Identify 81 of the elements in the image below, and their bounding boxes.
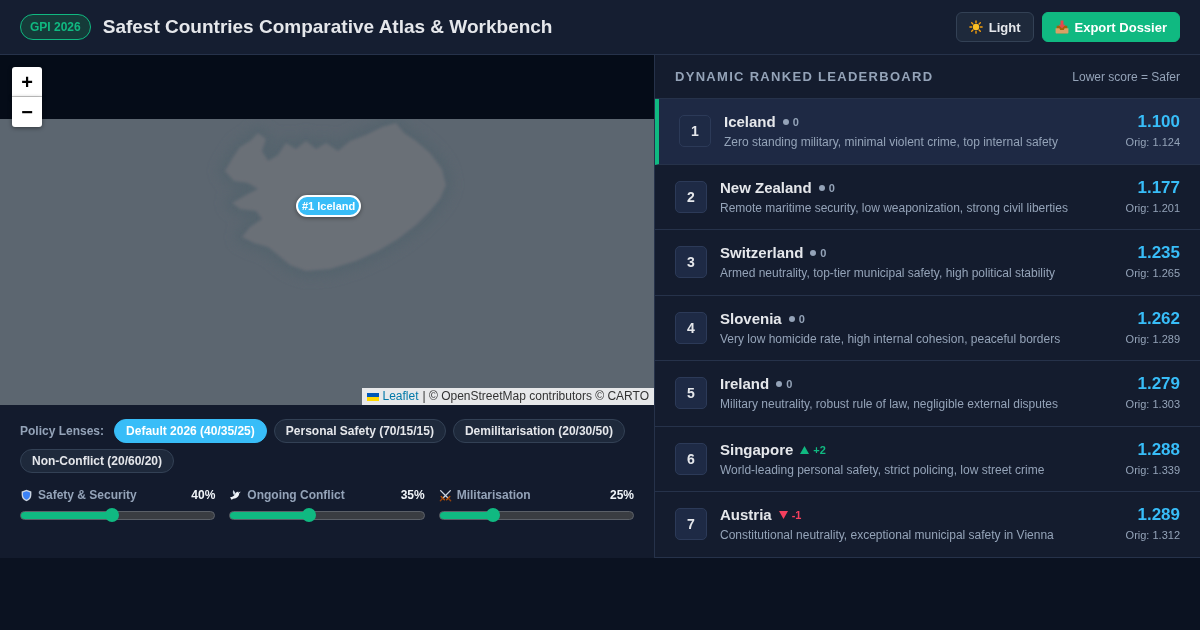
slider-label: Safety & Security: [38, 488, 137, 502]
score-value: 1.100: [1136, 112, 1180, 132]
zoom-in-button[interactable]: +: [12, 67, 42, 97]
leaderboard-row[interactable]: 1 Iceland 0 Zero standing military, minimal violent crime, top internal safety 1.100 Orig: 1.124: [655, 99, 1200, 165]
lens-chip[interactable]: Non-Conflict (20/60/20): [20, 449, 175, 473]
country-description: Zero standing military, minimal violent crime, top internal safety: [724, 134, 1059, 150]
dot-icon: [776, 381, 783, 387]
rank-badge: 6: [675, 442, 707, 475]
theme-toggle-button[interactable]: Light: [955, 12, 1034, 42]
slider-thumb[interactable]: [486, 508, 501, 522]
score-value: 1.177: [1136, 177, 1180, 198]
score-value: 1.235: [1136, 243, 1180, 263]
original-score: Orig: 1.303: [1125, 397, 1180, 412]
rank-change: 0: [820, 246, 827, 260]
rank-badge: 3: [675, 246, 707, 278]
rank-badge: 2: [675, 180, 707, 213]
original-score: Orig: 1.265: [1125, 266, 1180, 281]
dot-icon: [788, 315, 795, 322]
flag-icon: [366, 392, 379, 401]
rank-change: +2: [813, 442, 826, 457]
country-name: Singapore: [720, 439, 794, 460]
score-value: 1.289: [1136, 505, 1180, 525]
rank-badge: 4: [675, 311, 707, 344]
score-hint: Lower score = Safer: [1072, 69, 1180, 84]
rank-change: 0: [786, 377, 793, 391]
slider-thumb[interactable]: [104, 508, 119, 522]
dot-icon: [810, 250, 817, 256]
original-score: Orig: 1.289: [1125, 331, 1180, 347]
rank-change: 0: [792, 115, 799, 129]
original-score: Orig: 1.124: [1125, 135, 1180, 150]
slider-value: 40%: [191, 488, 216, 502]
attribution-link[interactable]: Leaflet: [382, 388, 419, 405]
version-badge: GPI 2026: [20, 14, 91, 40]
country-description: Remote maritime security, low weaponization, strong civil liberties: [720, 199, 1069, 216]
country-description: Very low homicide rate, high internal cohesion, peaceful borders: [720, 330, 1062, 347]
country-name: Iceland: [724, 112, 776, 132]
country-name: Austria: [720, 505, 772, 525]
sun-icon: [968, 20, 983, 34]
slider-label: Militarisation: [456, 488, 531, 502]
country-description: Constitutional neutrality, exceptional municipal safety in Vienna: [720, 527, 1055, 543]
rank-badge: 7: [675, 508, 707, 540]
rank-badge: 1: [679, 115, 711, 147]
slider-track[interactable]: [438, 510, 634, 520]
slider-value: 35%: [400, 488, 425, 502]
rank-change: -1: [791, 508, 802, 522]
up-triangle-icon: [800, 445, 810, 454]
rank-change: 0: [828, 180, 835, 195]
country-description: World-leading personal safety, strict policing, low street crime: [720, 461, 1046, 478]
dove-icon: [229, 488, 243, 502]
attribution-text: | © OpenStreetMap contributors © CARTO: [422, 388, 649, 405]
country-description: Military neutrality, robust rule of law, negligible external disputes: [720, 396, 1059, 412]
rank-badge: 5: [675, 377, 707, 409]
original-score: Orig: 1.339: [1125, 462, 1180, 478]
slider-label: Ongoing Conflict: [247, 488, 345, 502]
shield-icon: [20, 488, 33, 502]
lens-chip[interactable]: Demilitarisation (20/30/50): [452, 419, 625, 443]
zoom-out-button[interactable]: −: [12, 97, 42, 127]
dot-icon: [818, 184, 825, 191]
original-score: Orig: 1.312: [1125, 528, 1180, 543]
slider-track[interactable]: [20, 510, 216, 520]
rank-change: 0: [798, 311, 805, 326]
country-name: New Zealand: [720, 177, 812, 198]
slider-value: 25%: [609, 488, 634, 502]
lenses-label: Policy Lenses:: [20, 424, 105, 438]
slider-thumb[interactable]: [302, 508, 317, 522]
lens-chip[interactable]: Personal Safety (70/15/15): [273, 419, 446, 443]
country-name: Switzerland: [720, 243, 804, 263]
leaderboard-title: DYNAMIC RANKED LEADERBOARD: [675, 69, 934, 84]
original-score: Orig: 1.201: [1125, 200, 1180, 216]
app-title: Safest Countries Comparative Atlas & Workbench: [102, 16, 553, 38]
country-name: Ireland: [720, 374, 770, 394]
slider-track[interactable]: [229, 510, 425, 520]
score-value: 1.262: [1136, 308, 1180, 329]
dot-icon: [782, 119, 789, 125]
crossed-swords-icon: [438, 488, 452, 502]
down-triangle-icon: [778, 511, 788, 519]
country-name: Slovenia: [720, 308, 782, 329]
score-value: 1.288: [1136, 439, 1180, 460]
inbox-tray-icon: [1054, 20, 1069, 34]
score-value: 1.279: [1136, 374, 1180, 394]
country-description: Armed neutrality, top-tier municipal safety, high political stability: [720, 265, 1057, 281]
